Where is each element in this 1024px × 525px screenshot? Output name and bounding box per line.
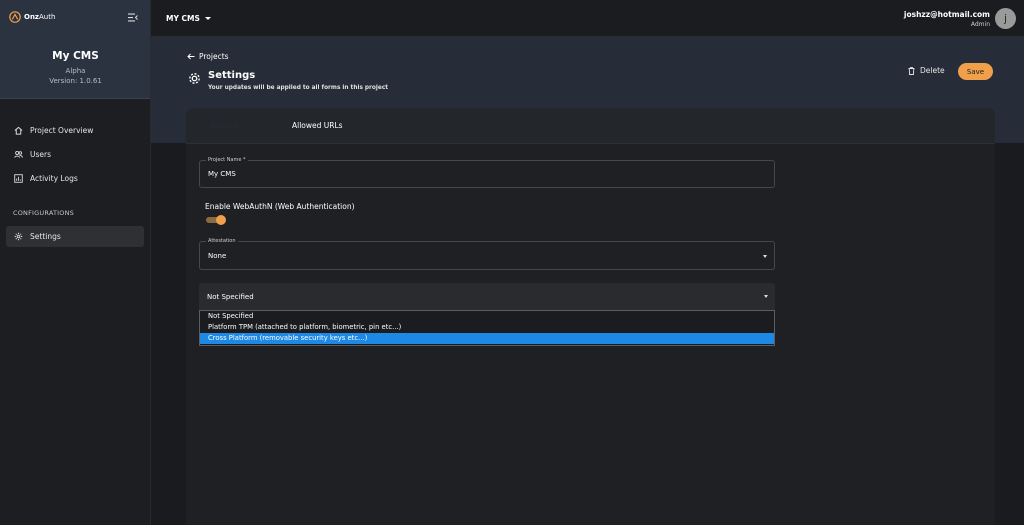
attestation-label: Attestation xyxy=(206,238,238,244)
back-link-label: Projects xyxy=(199,52,229,61)
user-email: joshzz@hotmail.com xyxy=(903,10,990,19)
sidebar-item-label: Activity Logs xyxy=(30,174,78,183)
delete-button-label: Delete xyxy=(920,66,945,75)
page-subtitle: Your updates will be applied to all form… xyxy=(208,85,389,91)
attestation-select[interactable]: Attestation None xyxy=(199,238,775,270)
sidebar-item-project-overview[interactable]: Project Overview xyxy=(6,120,144,141)
tab-general[interactable]: General xyxy=(210,121,280,130)
page-title: Settings xyxy=(208,70,256,81)
sidebar-section-configurations: CONFIGURATIONS xyxy=(13,209,74,217)
project-name-label: Project Name * xyxy=(206,157,248,163)
sidebar-item-users[interactable]: Users xyxy=(6,144,144,165)
chevron-down-icon xyxy=(763,255,767,258)
sidebar-project-name: My CMS xyxy=(52,50,99,62)
project-switcher[interactable]: MY CMS xyxy=(166,14,211,23)
delete-button[interactable]: Delete xyxy=(908,66,945,75)
webauthn-toggle-label: Enable WebAuthN (Web Authentication) xyxy=(205,202,355,211)
avatar[interactable]: j xyxy=(995,8,1016,29)
sidebar-item-activity-logs[interactable]: Activity Logs xyxy=(6,168,144,189)
user-role: Admin xyxy=(970,21,990,28)
top-bar: MY CMS joshzz@hotmail.com Admin j xyxy=(151,0,1024,37)
save-button[interactable]: Save xyxy=(958,63,993,80)
sidebar-item-label: Users xyxy=(30,150,52,159)
home-icon xyxy=(14,126,23,135)
settings-tabs: General Allowed URLs xyxy=(186,108,995,144)
gear-icon xyxy=(14,232,23,241)
trash-icon xyxy=(908,66,915,75)
users-icon xyxy=(14,150,23,158)
arrow-left-icon xyxy=(187,53,195,60)
collapse-sidebar-icon[interactable] xyxy=(128,13,138,22)
brand-name: OnzAuth xyxy=(24,13,56,21)
tab-allowed-urls[interactable]: Allowed URLs xyxy=(292,121,343,130)
webauthn-toggle[interactable] xyxy=(206,215,226,225)
project-name-field[interactable]: Project Name * My CMS xyxy=(199,157,775,188)
back-to-projects-link[interactable]: Projects xyxy=(187,52,229,61)
authenticator-attachment-value: Not Specified xyxy=(207,293,254,301)
option-platform-tpm[interactable]: Platform TPM (attached to platform, biom… xyxy=(200,322,774,333)
attestation-value: None xyxy=(208,252,227,260)
authenticator-attachment-select[interactable]: Not Specified xyxy=(199,283,775,310)
chevron-down-icon xyxy=(204,17,211,20)
settings-gear-icon xyxy=(189,73,200,84)
authenticator-options-menu: Not Specified Platform TPM (attached to … xyxy=(199,310,775,346)
sidebar-item-settings[interactable]: Settings xyxy=(6,226,144,247)
sidebar-item-label: Settings xyxy=(30,232,61,241)
project-name-value: My CMS xyxy=(208,170,236,178)
chevron-down-icon xyxy=(764,295,768,298)
toggle-knob xyxy=(216,215,226,225)
sidebar-project-version: Version: 1.0.61 xyxy=(49,77,102,85)
project-switcher-label: MY CMS xyxy=(166,14,200,23)
onzauth-logo-icon xyxy=(9,11,21,23)
sidebar-project-stage: Alpha xyxy=(65,67,86,75)
option-cross-platform[interactable]: Cross Platform (removable security keys … xyxy=(200,333,774,344)
option-not-specified[interactable]: Not Specified xyxy=(200,311,774,322)
chart-icon xyxy=(14,174,23,183)
brand[interactable]: OnzAuth xyxy=(9,11,55,23)
sidebar: OnzAuth My CMS Alpha Version: 1.0.61 Pro… xyxy=(0,0,151,525)
sidebar-item-label: Project Overview xyxy=(30,126,94,135)
